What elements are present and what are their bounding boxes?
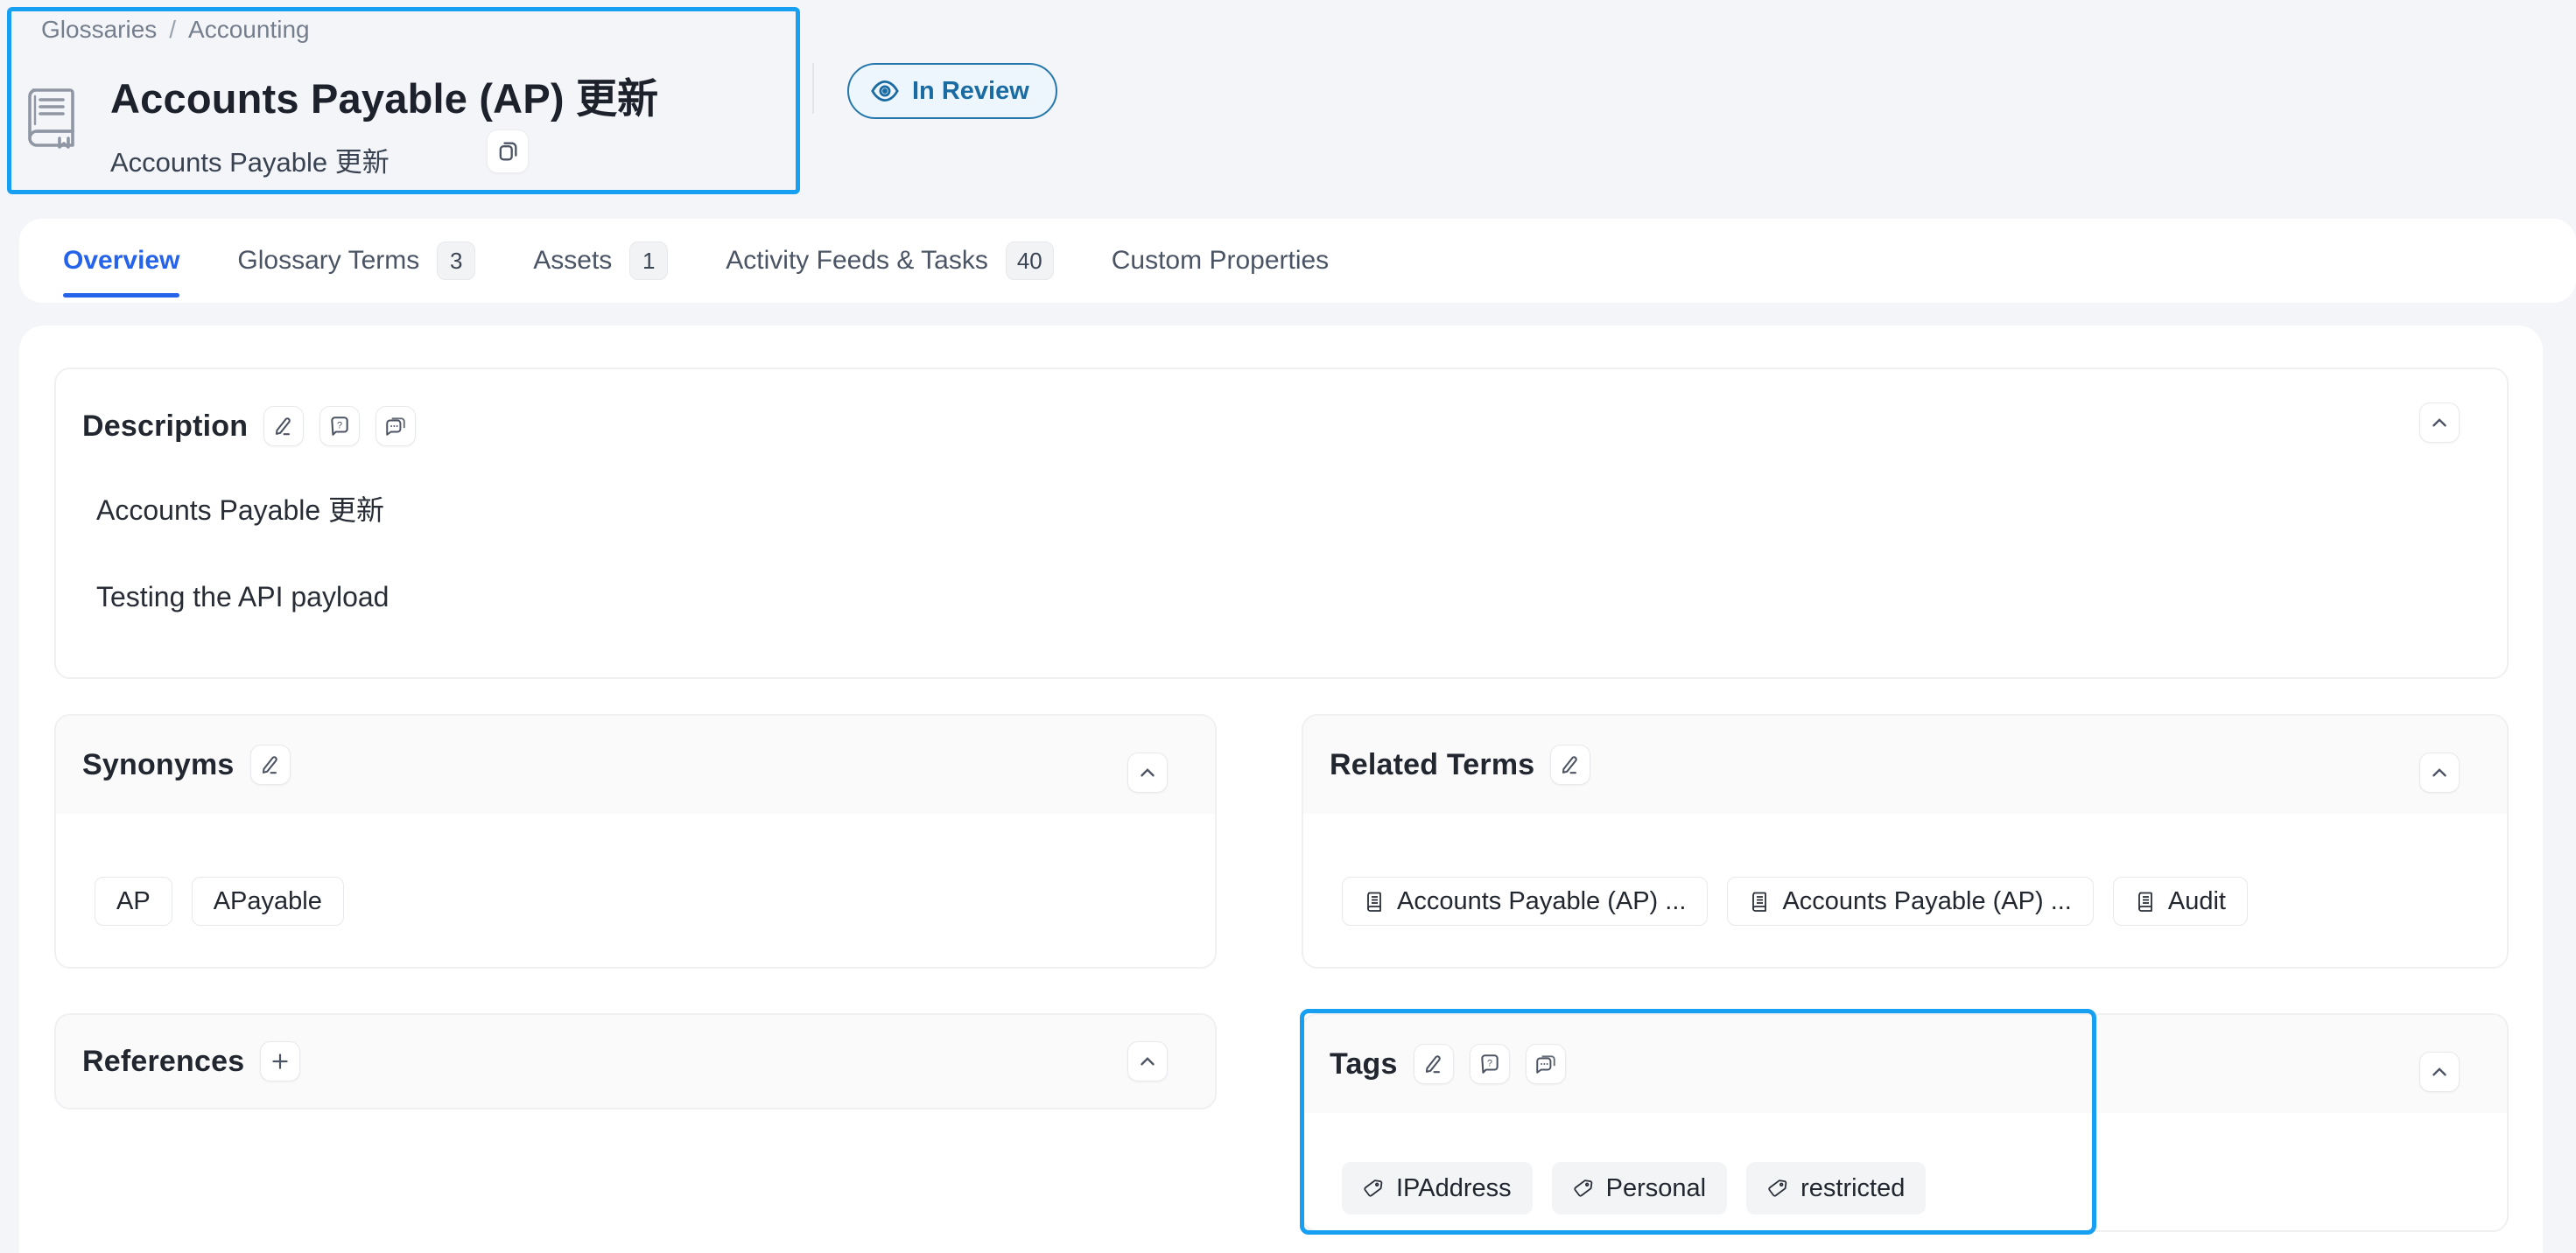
collapse-description-button[interactable]: [2419, 402, 2460, 443]
breadcrumb: Glossaries / Accounting: [41, 16, 310, 44]
add-plus-icon: [269, 1050, 291, 1073]
page-title: Accounts Payable (AP) 更新: [110, 65, 658, 125]
tab-glossary-terms[interactable]: Glossary Terms 3: [237, 219, 475, 303]
references-card: References: [54, 1013, 1217, 1110]
related-terms-card: Related Terms Accounts Payable (AP) ...: [1302, 714, 2509, 969]
synonyms-chip-row: AP APayable: [56, 814, 1215, 926]
tag-chip[interactable]: Personal: [1552, 1162, 1727, 1214]
tag-chip[interactable]: IPAddress: [1342, 1162, 1533, 1214]
status-badge[interactable]: In Review: [847, 63, 1057, 119]
collapse-synonyms-button[interactable]: [1127, 752, 1168, 793]
tags-title: Tags: [1330, 1047, 1398, 1082]
edit-tags-button[interactable]: [1414, 1044, 1454, 1084]
tab-activity-feeds-tasks[interactable]: Activity Feeds & Tasks 40: [726, 219, 1053, 303]
synonym-chip[interactable]: APayable: [192, 877, 344, 926]
description-body: Accounts Payable 更新 Testing the API payl…: [56, 483, 2507, 613]
tab-count-badge: 3: [437, 242, 475, 280]
tag-label: restricted: [1800, 1174, 1905, 1203]
tag-icon: [1363, 1178, 1384, 1199]
breadcrumb-separator: /: [169, 16, 176, 44]
description-title: Description: [82, 410, 248, 444]
related-term-label: Accounts Payable (AP) ...: [1397, 887, 1686, 916]
comments-icon[interactable]: [376, 406, 416, 446]
svg-text:?: ?: [1487, 1059, 1492, 1069]
tab-count-badge: 1: [629, 242, 668, 280]
status-badge-label: In Review: [912, 77, 1029, 106]
synonym-chip[interactable]: AP: [95, 877, 172, 926]
tab-assets[interactable]: Assets 1: [533, 219, 668, 303]
overview-panel: Description ?: [19, 326, 2543, 1253]
collapse-references-button[interactable]: [1127, 1041, 1168, 1082]
breadcrumb-accounting[interactable]: Accounting: [188, 16, 310, 44]
description-paragraph: Accounts Payable 更新: [96, 488, 2467, 528]
tab-label: Overview: [63, 246, 179, 276]
tab-label: Assets: [533, 246, 612, 276]
collapse-tags-button[interactable]: [2419, 1052, 2460, 1092]
related-term-label: Accounts Payable (AP) ...: [1782, 887, 2071, 916]
related-term-chip[interactable]: Accounts Payable (AP) ...: [1727, 877, 2093, 926]
edit-description-button[interactable]: [263, 406, 304, 446]
synonyms-card-header: Synonyms: [56, 716, 1215, 814]
references-title: References: [82, 1045, 244, 1079]
related-term-label: Audit: [2168, 887, 2226, 916]
description-card-header: Description ?: [56, 369, 2507, 483]
tab-label: Activity Feeds & Tasks: [726, 246, 988, 276]
related-terms-card-header: Related Terms: [1303, 716, 2507, 814]
add-reference-button[interactable]: [260, 1041, 300, 1082]
term-book-icon: [1364, 891, 1385, 912]
header-divider: [812, 63, 814, 114]
tab-bar: Overview Glossary Terms 3 Assets 1 Activ…: [19, 219, 2576, 303]
references-card-header: References: [56, 1015, 1215, 1108]
tab-label: Custom Properties: [1112, 246, 1329, 276]
page-subtitle: Accounts Payable 更新: [110, 140, 390, 179]
copy-name-button[interactable]: [487, 130, 529, 173]
tag-label: IPAddress: [1396, 1174, 1512, 1203]
edit-synonyms-button[interactable]: [250, 745, 291, 785]
related-term-chip[interactable]: Audit: [2113, 877, 2248, 926]
page-header: Glossaries / Accounting Accounts Payable…: [0, 0, 2576, 219]
related-terms-chip-row: Accounts Payable (AP) ... Accounts Payab…: [1303, 814, 2507, 926]
synonyms-card: Synonyms AP APayable: [54, 714, 1217, 969]
tags-card-header: Tags ?: [1303, 1015, 2507, 1113]
term-book-icon: [1749, 891, 1770, 912]
tag-icon: [1573, 1178, 1594, 1199]
tab-custom-properties[interactable]: Custom Properties: [1112, 219, 1329, 303]
comments-icon[interactable]: [1526, 1044, 1566, 1084]
svg-text:?: ?: [337, 421, 342, 431]
question-bubble-icon[interactable]: ?: [1470, 1044, 1510, 1084]
tag-icon: [1767, 1178, 1788, 1199]
glossary-term-book-icon: [25, 86, 79, 149]
synonyms-title: Synonyms: [82, 748, 235, 782]
description-card: Description ?: [54, 368, 2509, 679]
related-terms-title: Related Terms: [1330, 748, 1534, 782]
collapse-related-terms-button[interactable]: [2419, 752, 2460, 793]
term-book-icon: [2135, 891, 2156, 912]
question-bubble-icon[interactable]: ?: [319, 406, 360, 446]
related-term-chip[interactable]: Accounts Payable (AP) ...: [1342, 877, 1708, 926]
tags-card: Tags ?: [1302, 1013, 2509, 1232]
active-tab-underline: [63, 293, 179, 298]
tags-chip-row: IPAddress Personal restricted: [1303, 1113, 2507, 1214]
breadcrumb-glossaries[interactable]: Glossaries: [41, 16, 157, 44]
tag-chip[interactable]: restricted: [1746, 1162, 1926, 1214]
tab-label: Glossary Terms: [237, 246, 419, 276]
tag-label: Personal: [1606, 1174, 1706, 1203]
tab-overview[interactable]: Overview: [63, 219, 179, 303]
edit-related-terms-button[interactable]: [1550, 745, 1590, 785]
description-paragraph: Testing the API payload: [96, 581, 2467, 613]
tab-count-badge: 40: [1006, 242, 1054, 280]
